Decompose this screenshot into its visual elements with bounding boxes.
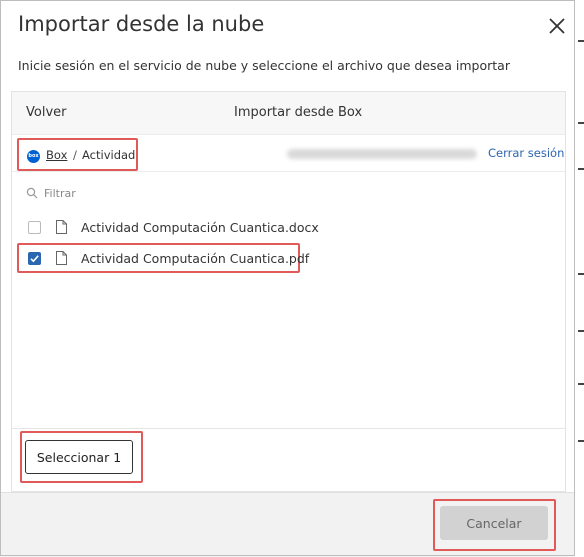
logout-link[interactable]: Cerrar sesión	[488, 146, 564, 160]
check-icon	[30, 255, 39, 263]
back-button[interactable]: Volver	[26, 105, 67, 120]
box-logo-icon: box	[27, 150, 40, 163]
background-line	[578, 273, 584, 275]
background-line	[578, 40, 584, 42]
file-name: Actividad Computación Cuantica.pdf	[81, 251, 310, 266]
import-cloud-dialog: Importar desde la nube Inicie sesión en …	[0, 0, 575, 556]
close-icon	[549, 18, 565, 34]
file-checkbox-checked[interactable]	[28, 252, 41, 265]
file-name: Actividad Computación Cuantica.docx	[81, 220, 319, 235]
account-email-blurred	[287, 149, 477, 159]
dialog-subtitle: Inicie sesión en el servicio de nube y s…	[18, 58, 510, 73]
select-button-highlight: Seleccionar 1	[20, 431, 143, 483]
breadcrumb-root-link[interactable]: Box	[46, 148, 67, 162]
background-line	[578, 122, 584, 124]
breadcrumb-separator: /	[73, 148, 77, 162]
background-line	[578, 168, 584, 170]
panel-footer: Seleccionar 1	[12, 428, 565, 491]
file-icon	[56, 251, 67, 265]
filter-placeholder: Filtrar	[44, 187, 76, 200]
file-icon	[56, 220, 67, 234]
breadcrumb: box Box / Actividad	[17, 138, 138, 171]
breadcrumb-bar: box Box / Actividad Cerrar sesión	[12, 134, 565, 172]
select-button[interactable]: Seleccionar 1	[25, 440, 133, 474]
background-line	[578, 330, 584, 332]
background-page-edge	[574, 0, 584, 557]
cancel-button-highlight: Cancelar	[433, 499, 556, 551]
file-row[interactable]: Actividad Computación Cuantica.docx	[17, 212, 319, 242]
file-checkbox[interactable]	[28, 221, 41, 234]
dialog-title: Importar desde la nube	[18, 12, 265, 36]
background-line	[578, 440, 584, 442]
breadcrumb-current: Actividad	[82, 148, 136, 162]
dialog-footer: Cancelar	[1, 492, 574, 555]
cancel-button[interactable]: Cancelar	[440, 506, 548, 540]
close-button[interactable]	[546, 15, 568, 37]
filter-input[interactable]: Filtrar	[24, 185, 224, 205]
search-icon	[26, 187, 38, 199]
background-line	[578, 383, 584, 385]
panel-header: Volver Importar desde Box	[12, 92, 565, 134]
cloud-browser-panel: Volver Importar desde Box box Box / Acti…	[11, 91, 566, 492]
panel-title: Importar desde Box	[234, 105, 363, 120]
file-row-selected[interactable]: Actividad Computación Cuantica.pdf	[17, 243, 309, 273]
